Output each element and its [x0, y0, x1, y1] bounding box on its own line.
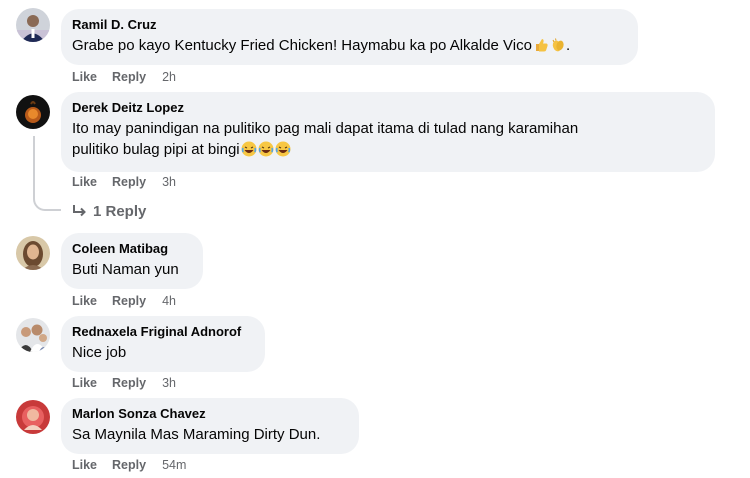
comment-bubble: Ramil D. Cruz Grabe po kayo Kentucky Fri…: [61, 9, 638, 65]
comment-actions: Like Reply 3h: [72, 375, 176, 391]
comment-author[interactable]: Derek Deitz Lopez: [72, 99, 703, 116]
comment-author[interactable]: Marlon Sonza Chavez: [72, 405, 347, 422]
avatar[interactable]: [16, 318, 50, 352]
thumbs-up-icon: [535, 39, 548, 52]
comment-bubble: Derek Deitz Lopez Ito may panindigan na …: [61, 92, 715, 172]
timestamp[interactable]: 4h: [162, 294, 176, 308]
like-button[interactable]: Like: [72, 294, 97, 308]
comment-text: Nice job: [72, 344, 127, 361]
comment-text: Buti Naman yun: [72, 261, 179, 278]
avatar[interactable]: [16, 236, 50, 270]
avatar[interactable]: [16, 8, 50, 42]
reply-button[interactable]: Reply: [112, 175, 146, 189]
comment-bubble: Rednaxela Friginal Adnorof Nice job: [61, 316, 265, 372]
comment-text: Grabe po kayo Kentucky Fried Chicken! Ha…: [72, 37, 571, 54]
avatar[interactable]: [16, 400, 50, 434]
comment-author[interactable]: Ramil D. Cruz: [72, 16, 626, 33]
timestamp[interactable]: 54m: [162, 458, 186, 472]
comment-actions: Like Reply 2h: [72, 69, 176, 85]
comment-text: Ito may panindigan na pulitiko pag mali …: [72, 120, 579, 158]
like-button[interactable]: Like: [72, 376, 97, 390]
comment-actions: Like Reply 4h: [72, 293, 176, 309]
comment-bubble: Marlon Sonza Chavez Sa Maynila Mas Maram…: [61, 398, 359, 454]
reply-button[interactable]: Reply: [112, 70, 146, 84]
laughing-face-icon: [241, 141, 257, 157]
like-button[interactable]: Like: [72, 175, 97, 189]
comment-author[interactable]: Coleen Matibag: [72, 240, 191, 257]
like-button[interactable]: Like: [72, 70, 97, 84]
comment-actions: Like Reply 54m: [72, 457, 186, 473]
clapping-hands-icon: [552, 38, 564, 52]
reply-button[interactable]: Reply: [112, 294, 146, 308]
avatar[interactable]: [16, 95, 50, 129]
comment-actions: Like Reply 3h: [72, 174, 176, 190]
reply-arrow-icon: [73, 205, 86, 217]
like-button[interactable]: Like: [72, 458, 97, 472]
comment-bubble: Coleen Matibag Buti Naman yun: [61, 233, 203, 289]
laughing-face-icon: [258, 141, 274, 157]
timestamp[interactable]: 3h: [162, 175, 176, 189]
laughing-face-icon: [275, 141, 291, 157]
reply-button[interactable]: Reply: [112, 376, 146, 390]
timestamp[interactable]: 2h: [162, 70, 176, 84]
view-replies-button[interactable]: 1 Reply: [71, 203, 146, 221]
thread-connector-line: [33, 136, 61, 211]
view-replies-label: 1 Reply: [93, 203, 147, 220]
comment-text: Sa Maynila Mas Maraming Dirty Dun.: [72, 426, 321, 443]
timestamp[interactable]: 3h: [162, 376, 176, 390]
comment-author[interactable]: Rednaxela Friginal Adnorof: [72, 323, 253, 340]
reply-button[interactable]: Reply: [112, 458, 146, 472]
